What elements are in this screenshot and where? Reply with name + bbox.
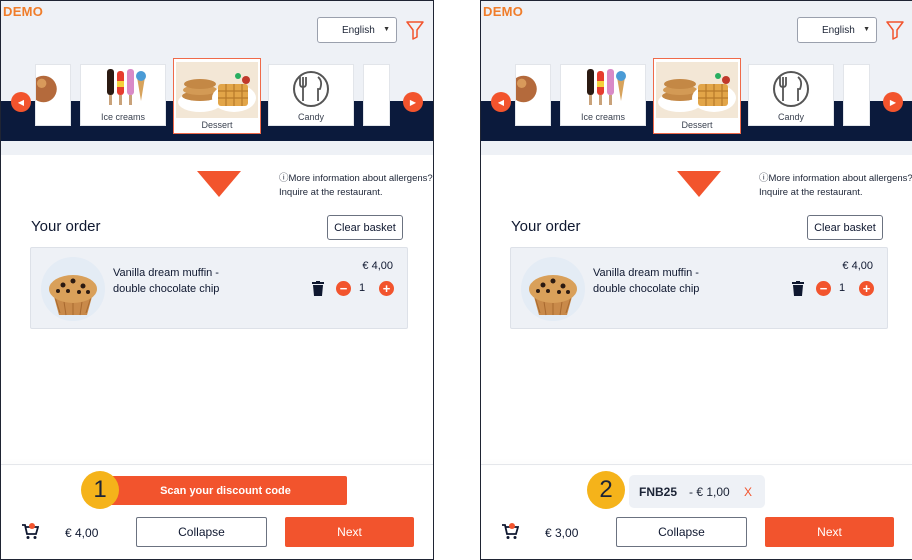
order-title: Your order: [511, 218, 581, 235]
category-band-bottom: [1, 141, 433, 155]
ice-cream-image: [561, 69, 645, 109]
demo-label: DEMO: [3, 4, 44, 19]
step-badge: 2: [587, 471, 625, 509]
increase-quantity-button[interactable]: +: [859, 281, 874, 296]
allergen-info: ⓘMore information about allergens? Inqui…: [759, 172, 912, 200]
decrease-quantity-button[interactable]: −: [336, 281, 351, 296]
cutlery-plate-icon: [749, 69, 833, 109]
item-name: Vanilla dream muffin - double chocolate …: [593, 267, 700, 295]
chevron-down-icon: ▼: [383, 26, 390, 33]
chevron-left-icon: ◀: [17, 97, 25, 107]
dessert-image: [654, 62, 740, 118]
category-card-ice-creams[interactable]: Ice creams: [560, 64, 646, 126]
increase-quantity-button[interactable]: +: [379, 281, 394, 296]
expand-arrow-icon[interactable]: [677, 171, 721, 197]
clear-basket-button[interactable]: Clear basket: [327, 215, 403, 240]
order-item: Vanilla dream muffin - double chocolate …: [510, 247, 888, 329]
category-label: Ice creams: [100, 112, 145, 122]
chevron-down-icon: ▼: [863, 26, 870, 33]
footer-divider: [1, 464, 433, 465]
item-name: Vanilla dream muffin - double chocolate …: [113, 267, 220, 295]
decrease-quantity-button[interactable]: −: [816, 281, 831, 296]
category-card-partial[interactable]: [515, 64, 551, 126]
filter-icon[interactable]: [406, 20, 424, 40]
muffin-image: [521, 257, 585, 321]
chevron-left-icon: ◀: [497, 97, 505, 107]
category-label: Ice creams: [580, 112, 625, 122]
carousel-next-button[interactable]: ▶: [883, 92, 903, 112]
carousel-prev-button[interactable]: ◀: [11, 92, 31, 112]
category-label: Candy: [777, 112, 804, 122]
info-icon: ⓘ: [759, 173, 769, 184]
chevron-right-icon: ▶: [889, 97, 897, 107]
next-button[interactable]: Next: [285, 517, 414, 547]
dessert-image: [174, 62, 260, 118]
trash-icon[interactable]: [312, 281, 324, 296]
category-image: [36, 69, 70, 109]
scan-discount-button[interactable]: Scan your discount code: [104, 476, 347, 505]
muffin-image: [41, 257, 105, 321]
category-label: Candy: [297, 112, 324, 122]
category-image: [516, 69, 550, 109]
applied-discount: FNB25 - € 1,00 X: [629, 475, 765, 508]
allergen-info: ⓘMore information about allergens? Inqui…: [279, 172, 433, 200]
discount-code: FNB25: [639, 485, 678, 499]
category-card-partial[interactable]: [35, 64, 71, 126]
kiosk-screen-step-1: DEMO English ▼ Ice creams Dessert Candy …: [0, 0, 434, 560]
footer-divider: [481, 464, 912, 465]
order-item: Vanilla dream muffin - double chocolate …: [30, 247, 408, 329]
collapse-button[interactable]: Collapse: [136, 517, 267, 547]
clear-basket-button[interactable]: Clear basket: [807, 215, 883, 240]
cutlery-plate-icon: [269, 69, 353, 109]
item-quantity: 1: [359, 282, 366, 294]
category-card-dessert-selected[interactable]: Dessert: [653, 58, 741, 134]
language-select-value: English: [342, 24, 375, 36]
collapse-button[interactable]: Collapse: [616, 517, 747, 547]
step-badge: 1: [81, 471, 119, 509]
language-select-value: English: [822, 24, 855, 36]
category-card-partial[interactable]: [363, 64, 390, 126]
category-card-partial[interactable]: [843, 64, 870, 126]
basket-total: € 3,00: [545, 526, 579, 540]
category-card-ice-creams[interactable]: Ice creams: [80, 64, 166, 126]
allergen-info-text: More information about allergens? Inquir…: [279, 173, 433, 198]
category-label: Dessert: [681, 120, 713, 130]
category-band-bottom: [481, 141, 912, 155]
language-select[interactable]: English ▼: [317, 17, 397, 43]
expand-arrow-icon[interactable]: [197, 171, 241, 197]
allergen-info-text: More information about allergens? Inquir…: [759, 173, 912, 198]
category-card-dessert-selected[interactable]: Dessert: [173, 58, 261, 134]
order-title: Your order: [31, 218, 101, 235]
next-button[interactable]: Next: [765, 517, 894, 547]
category-card-candy[interactable]: Candy: [748, 64, 834, 126]
kiosk-screen-step-2: DEMO English ▼ Ice creams Dessert Candy …: [480, 0, 912, 560]
demo-label: DEMO: [483, 4, 524, 19]
info-icon: ⓘ: [279, 173, 289, 184]
category-card-candy[interactable]: Candy: [268, 64, 354, 126]
basket-total: € 4,00: [65, 526, 99, 540]
cart-icon[interactable]: [501, 522, 519, 540]
trash-icon[interactable]: [792, 281, 804, 296]
carousel-next-button[interactable]: ▶: [403, 92, 423, 112]
item-price: € 4,00: [842, 260, 873, 272]
remove-discount-button[interactable]: X: [744, 485, 752, 499]
carousel-prev-button[interactable]: ◀: [491, 92, 511, 112]
ice-cream-image: [81, 69, 165, 109]
cart-icon[interactable]: [21, 522, 39, 540]
filter-icon[interactable]: [886, 20, 904, 40]
category-label: Dessert: [201, 120, 233, 130]
language-select[interactable]: English ▼: [797, 17, 877, 43]
discount-amount: - € 1,00: [689, 485, 730, 499]
chevron-right-icon: ▶: [409, 97, 417, 107]
item-quantity: 1: [839, 282, 846, 294]
item-price: € 4,00: [362, 260, 393, 272]
